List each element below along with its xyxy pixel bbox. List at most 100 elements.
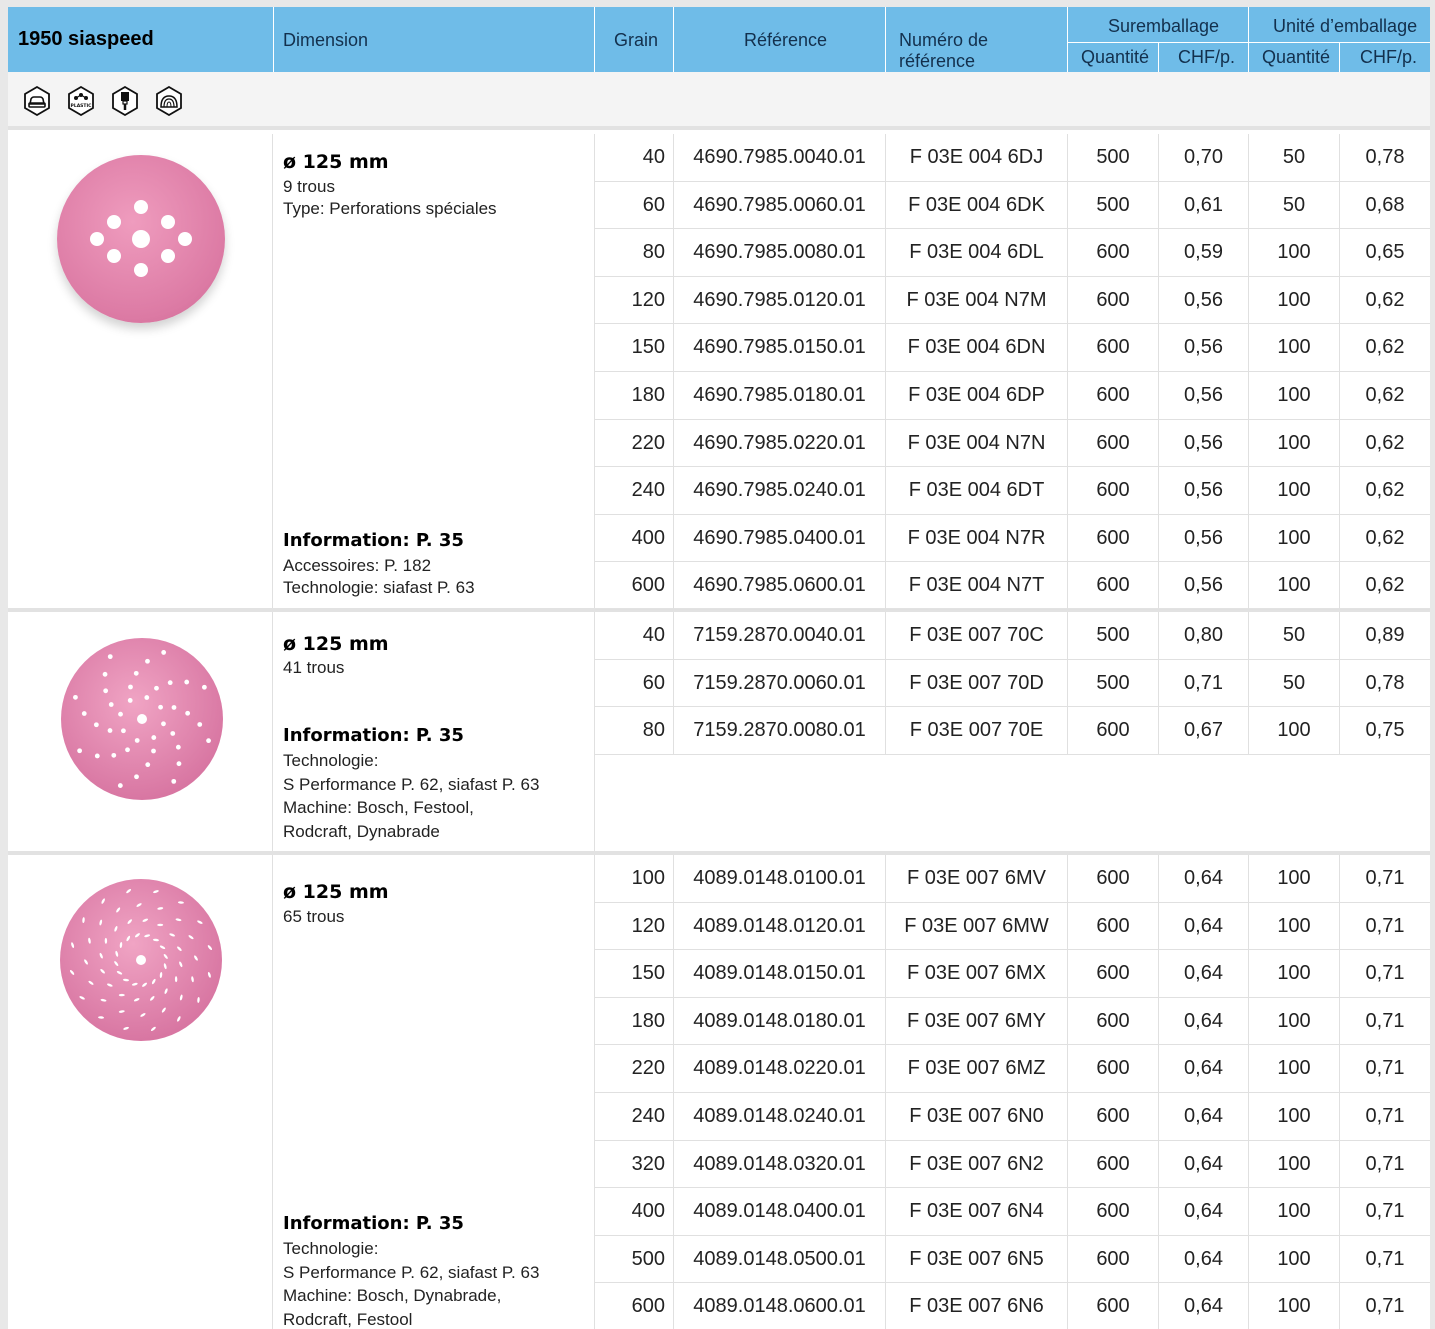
overpack-chf-cell: 0,64 xyxy=(1159,1235,1249,1283)
disc-hole xyxy=(171,778,177,784)
overpack-qty-cell: 600 xyxy=(1068,707,1159,754)
unitpack-qty-cell: 100 xyxy=(1249,467,1340,514)
grain-cell: 40 xyxy=(595,612,674,659)
grain-cell: 400 xyxy=(595,514,674,562)
dimension-details: 41 trous xyxy=(283,658,345,677)
overpack-qty-cell: 600 xyxy=(1068,1235,1159,1283)
header-dimension: Dimension xyxy=(283,30,369,50)
table-row: 60 7159.2870.0060.01 F 03E 007 70D 500 0,71 5… xyxy=(595,659,1430,708)
ref-number-cell: F 03E 007 6MW xyxy=(886,902,1068,950)
ref-number-cell: F 03E 007 6N2 xyxy=(886,1140,1068,1188)
header-unitpack: Unité d’emballage xyxy=(1273,16,1418,36)
overpack-chf-cell: 0,80 xyxy=(1159,612,1249,659)
reference-cell: 4089.0148.0320.01 xyxy=(674,1140,886,1188)
overpack-chf-cell: 0,56 xyxy=(1159,419,1249,467)
unitpack-chf-cell: 0,62 xyxy=(1365,384,1405,406)
header-grain: Grain xyxy=(614,30,659,50)
ref-number-cell: F 03E 007 70C xyxy=(886,612,1068,659)
disc-hole xyxy=(161,249,175,263)
overpack-qty-cell: 600 xyxy=(1068,997,1159,1045)
ref-number-cell: F 03E 007 6MV xyxy=(886,855,1068,902)
table-row: 80 4690.7985.0080.01 F 03E 004 6DL 600 0,59 1… xyxy=(595,229,1430,277)
unitpack-qty-cell: 100 xyxy=(1249,707,1340,754)
table-row: 600 4089.0148.0600.01 F 03E 007 6N6 600 0,64… xyxy=(595,1283,1430,1329)
information-ref: Information: P. 35 xyxy=(283,1213,464,1234)
header-reference-cell: Référence xyxy=(674,7,886,72)
grain-cell: 60 xyxy=(595,181,674,229)
disc-hole xyxy=(154,685,159,691)
unitpack-chf-cell: 0,62 xyxy=(1365,336,1405,359)
reference-cell: 4089.0148.0240.01 xyxy=(674,1093,886,1140)
reference-cell: 4690.7985.0240.01 xyxy=(674,467,886,514)
ref-number-cell: F 03E 007 6MZ xyxy=(886,1045,1068,1092)
disc-hole xyxy=(201,684,207,690)
product-description-cell: ø 125 mm 9 trous Type: Perforations spéc… xyxy=(274,134,595,608)
disc-hole xyxy=(134,774,139,780)
disc-hole xyxy=(161,650,167,655)
product-image-cell xyxy=(8,134,273,608)
application-icons-bar: PLASTIC xyxy=(8,72,1430,130)
disc-hole xyxy=(145,762,151,768)
overpack-chf-cell: 0,64 xyxy=(1159,1093,1249,1140)
reference-cell: 7159.2870.0080.01 xyxy=(674,707,886,754)
header-overpack-chf-cell: CHF/p. xyxy=(1159,43,1249,72)
dimension-title: ø 125 mm xyxy=(283,633,389,655)
overpack-qty-cell: 600 xyxy=(1068,950,1159,997)
disc-hole xyxy=(171,705,177,710)
disc-hole xyxy=(128,684,133,690)
unitpack-chf-cell: 0,71 xyxy=(1365,1200,1405,1223)
reference-cell: 4690.7985.0040.01 xyxy=(674,134,886,181)
ref-number-cell: F 03E 007 6MX xyxy=(886,950,1068,997)
unitpack-qty-cell: 50 xyxy=(1249,134,1340,181)
disc-hole xyxy=(133,670,139,676)
disc-hole xyxy=(108,702,114,707)
overpack-qty-cell: 600 xyxy=(1068,1045,1159,1092)
product-section-65-holes: ø 125 mm 65 trous Information: P. 35 Tec… xyxy=(8,855,1430,1329)
disc-hole xyxy=(184,679,190,685)
grain-cell: 120 xyxy=(595,276,674,324)
table-row: 60 4690.7985.0060.01 F 03E 004 6DK 500 0,61 5… xyxy=(595,181,1430,230)
table-row: 220 4089.0148.0220.01 F 03E 007 6MZ 600 0,64… xyxy=(595,1045,1430,1093)
unitpack-qty-cell: 100 xyxy=(1249,1235,1340,1283)
unitpack-chf-cell: 0,68 xyxy=(1365,193,1405,216)
grain-cell: 500 xyxy=(595,1235,674,1283)
overpack-qty-cell: 600 xyxy=(1068,1093,1159,1140)
table-row: 180 4089.0148.0180.01 F 03E 007 6MY 600 0,64… xyxy=(595,997,1430,1046)
grain-cell: 100 xyxy=(595,855,674,902)
extra-details: Technologie: S Performance P. 62, siafas… xyxy=(283,751,540,841)
disc-hole xyxy=(134,200,148,214)
header-overpack-chf: CHF/p. xyxy=(1178,47,1236,67)
sanding-disc-65-holes-image xyxy=(60,879,222,1041)
disc-hole xyxy=(178,232,192,246)
unitpack-qty-cell: 100 xyxy=(1249,950,1340,997)
ref-number-cell: F 03E 007 6N5 xyxy=(886,1235,1068,1283)
disc-hole xyxy=(134,738,140,743)
table-row: 100 4089.0148.0100.01 F 03E 007 6MV 600 0,64… xyxy=(595,855,1430,903)
header-overpack-qty: Quantité xyxy=(1081,47,1150,67)
table-row: 180 4690.7985.0180.01 F 03E 004 6DP 600 0,56… xyxy=(595,372,1430,420)
overpack-chf-cell: 0,61 xyxy=(1159,181,1249,229)
reference-cell: 7159.2870.0040.01 xyxy=(674,612,886,659)
overpack-chf-cell: 0,70 xyxy=(1159,134,1249,181)
ref-number-cell: F 03E 004 N7T xyxy=(886,562,1068,609)
plastic-icon: PLASTIC xyxy=(68,86,94,116)
unitpack-qty-cell: 100 xyxy=(1249,276,1340,324)
disc-hole xyxy=(107,654,113,660)
grain-cell: 220 xyxy=(595,419,674,467)
disc-hole xyxy=(73,694,78,700)
disc-hole xyxy=(151,748,156,754)
reference-cell: 4089.0148.0220.01 xyxy=(674,1045,886,1092)
product-section-41-holes: ø 125 mm 41 trous Information: P. 35 Tec… xyxy=(8,612,1430,855)
overpack-qty-cell: 600 xyxy=(1068,855,1159,902)
overpack-qty-cell: 600 xyxy=(1068,1140,1159,1188)
header-overpack-cell: Suremballage xyxy=(1068,7,1249,43)
header-unitpack-chf-cell: CHF/p. xyxy=(1340,43,1430,72)
grain-cell: 180 xyxy=(595,372,674,419)
unitpack-qty-cell: 100 xyxy=(1249,997,1340,1045)
header-overpack: Suremballage xyxy=(1108,16,1220,36)
unitpack-chf-cell: 0,71 xyxy=(1365,867,1405,889)
overpack-qty-cell: 500 xyxy=(1068,181,1159,229)
grain-cell: 220 xyxy=(595,1045,674,1092)
overpack-chf-cell: 0,64 xyxy=(1159,997,1249,1045)
overpack-chf-cell: 0,56 xyxy=(1159,467,1249,514)
